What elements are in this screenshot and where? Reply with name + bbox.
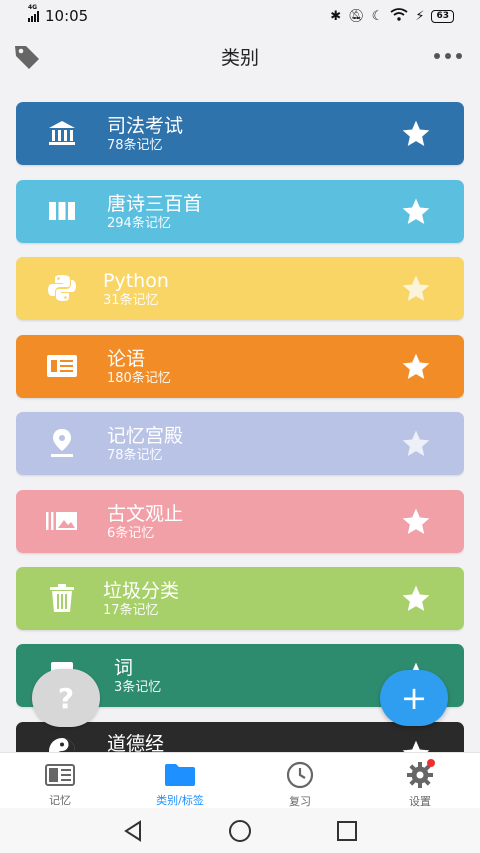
category-count: 180条记忆 (107, 371, 171, 386)
category-name: 古文观止 (107, 503, 184, 525)
nav-item-categories[interactable]: 类别/标签 (120, 753, 240, 808)
star-icon[interactable] (400, 583, 432, 615)
category-card[interactable]: 论语 180条记忆 (16, 335, 464, 398)
battery-indicator: 63 (431, 9, 454, 23)
add-category-button[interactable]: + (380, 670, 448, 726)
category-count: 6条记忆 (107, 526, 155, 541)
bottom-nav: 记忆 类别/标签 复习 设置 (0, 752, 480, 808)
category-name: 唐诗三百首 (107, 193, 203, 215)
category-card[interactable]: 垃圾分类 17条记忆 (16, 567, 464, 630)
category-count: 31条记忆 (103, 293, 159, 308)
more-dot (456, 53, 462, 59)
trash-icon (46, 583, 78, 613)
yin-yang-icon (46, 736, 78, 752)
category-count: 3条记忆 (114, 680, 162, 695)
help-button[interactable]: ? (32, 669, 100, 727)
star-icon[interactable] (400, 196, 432, 228)
clock-time: 10:05 (45, 7, 89, 25)
recents-icon (336, 820, 357, 841)
home-button[interactable] (227, 818, 253, 844)
recents-button[interactable] (334, 818, 360, 844)
moon-icon: ☾ (371, 8, 384, 24)
star-icon[interactable] (400, 118, 432, 150)
system-nav-bar (0, 808, 480, 853)
signal-icon: 4G (28, 4, 39, 22)
category-list[interactable]: 司法考试 78条记忆 唐诗三百首 294条记忆 Python 31条记忆 论语 180条… (16, 102, 464, 752)
wifi-icon (390, 7, 408, 25)
category-count: 17条记忆 (103, 603, 159, 618)
category-name: 司法考试 (107, 115, 184, 137)
gear-icon (403, 759, 437, 789)
status-right: ✱ 🔕︎ ☾ ⚡︎ 63 (330, 7, 454, 25)
tag-icon (15, 46, 39, 69)
category-count: 294条记忆 (107, 216, 171, 231)
nav-label: 类别/标签 (156, 794, 204, 807)
category-card[interactable]: 唐诗三百首 294条记忆 (16, 180, 464, 243)
tag-button[interactable] (12, 42, 42, 72)
charging-icon: ⚡︎ (415, 8, 425, 24)
nav-item-memory[interactable]: 记忆 (0, 753, 120, 808)
network-type: 4G (28, 3, 38, 11)
star-icon[interactable] (400, 506, 432, 538)
nav-label: 设置 (409, 795, 431, 808)
star-icon[interactable] (400, 428, 432, 460)
columns-icon (46, 196, 78, 226)
memory-card-icon (43, 761, 77, 788)
star-icon[interactable] (400, 351, 432, 383)
bank-icon (46, 118, 78, 148)
more-dot (434, 53, 440, 59)
status-left: 4G 10:05 (28, 4, 89, 25)
star-icon[interactable] (400, 738, 432, 752)
clock-icon (283, 761, 317, 789)
app-bar: 类别 (0, 32, 480, 80)
category-name: 词 (114, 657, 134, 679)
back-icon (124, 819, 142, 842)
nav-label: 记忆 (49, 794, 71, 807)
more-options-button[interactable] (430, 44, 466, 68)
nav-label: 复习 (289, 795, 311, 808)
category-name: Python (103, 270, 169, 292)
nav-item-settings[interactable]: 设置 (360, 753, 480, 808)
category-name: 论语 (107, 348, 146, 370)
category-card[interactable]: Python 31条记忆 (16, 257, 464, 320)
notification-dot (427, 759, 435, 767)
category-count: 78条记忆 (107, 448, 163, 463)
category-card[interactable]: 古文观止 6条记忆 (16, 490, 464, 553)
status-bar: 4G 10:05 ✱ 🔕︎ ☾ ⚡︎ 63 (0, 0, 480, 32)
category-card[interactable]: 记忆宫殿 78条记忆 (16, 412, 464, 475)
nav-item-review[interactable]: 复习 (240, 753, 360, 808)
bluetooth-icon: ✱ (330, 8, 342, 24)
image-gallery-icon (46, 506, 78, 536)
category-name: 记忆宫殿 (107, 425, 184, 447)
news-icon (46, 351, 78, 381)
back-button[interactable] (120, 818, 146, 844)
location-pin-icon (46, 428, 78, 458)
category-count: 78条记忆 (107, 138, 163, 153)
star-icon[interactable] (400, 273, 432, 305)
folder-icon (163, 761, 197, 788)
python-icon (46, 273, 78, 303)
more-dot (445, 53, 451, 59)
category-card[interactable]: 司法考试 78条记忆 (16, 102, 464, 165)
category-name: 道德经 (107, 733, 165, 752)
category-card[interactable]: 道德经 (16, 722, 464, 752)
page-title: 类别 (220, 46, 259, 69)
category-name: 垃圾分类 (103, 580, 180, 602)
mute-icon: 🔕︎ (348, 8, 365, 24)
home-icon (228, 819, 251, 842)
